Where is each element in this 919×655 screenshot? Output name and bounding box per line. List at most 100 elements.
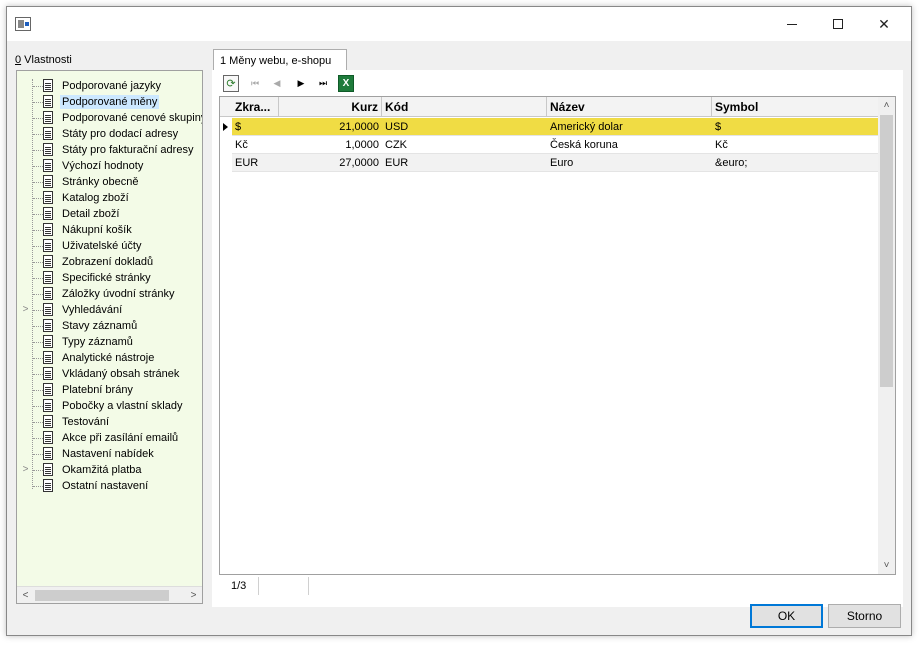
title-bar: ✕ xyxy=(7,7,911,41)
document-icon xyxy=(43,415,53,428)
cancel-button[interactable]: Storno xyxy=(828,604,901,628)
table-row[interactable]: EUR 27,0000 EUR Euro &euro; xyxy=(220,154,880,172)
tree-item[interactable]: Uživatelské účty xyxy=(17,238,202,254)
properties-label-text: Vlastnosti xyxy=(21,54,72,66)
tree-item[interactable]: Akce při zasílání emailů xyxy=(17,430,202,446)
tree-item-label: Testování xyxy=(62,416,110,428)
column-header-name[interactable]: Název xyxy=(547,97,712,117)
document-icon xyxy=(43,271,53,284)
tree-item[interactable]: > Okamžitá platba xyxy=(17,462,202,478)
scroll-thumb[interactable] xyxy=(880,115,893,387)
status-segment xyxy=(259,577,309,595)
properties-tree[interactable]: Podporované jazyky Podporované měny Podpor… xyxy=(16,70,203,604)
table-row[interactable]: $21,0000 USD Americký dolar $ xyxy=(220,118,880,136)
tree-branch-line xyxy=(33,342,43,343)
document-icon xyxy=(43,175,53,188)
document-icon xyxy=(43,479,53,492)
ok-button[interactable]: OK xyxy=(750,604,823,628)
last-record-icon[interactable]: ⏭ xyxy=(315,75,331,92)
tree-item[interactable]: Podporované měny xyxy=(17,94,202,110)
refresh-icon[interactable]: ⟳ xyxy=(223,75,239,92)
close-button[interactable]: ✕ xyxy=(861,7,907,41)
tree-item[interactable]: Pobočky a vlastní sklady xyxy=(17,398,202,414)
tree-branch-line xyxy=(33,214,43,215)
tree-item[interactable]: Zobrazení dokladů xyxy=(17,254,202,270)
tree-item[interactable]: Nákupní košík xyxy=(17,222,202,238)
scroll-right-icon[interactable]: > xyxy=(185,587,202,603)
tree-item[interactable]: Testování xyxy=(17,414,202,430)
tree-item-label: Akce při zasílání emailů xyxy=(62,432,179,444)
tree-item-label: Stavy záznamů xyxy=(62,320,138,332)
minimize-button[interactable] xyxy=(769,7,815,41)
tree-item-label: Specifické stránky xyxy=(62,272,151,284)
tree-item[interactable]: Typy záznamů xyxy=(17,334,202,350)
column-header-rate[interactable]: Kurz xyxy=(279,97,382,117)
cell-iso[interactable]: CZK xyxy=(382,136,547,154)
tree-item[interactable]: Analytické nástroje xyxy=(17,350,202,366)
maximize-button[interactable] xyxy=(815,7,861,41)
column-header-code[interactable]: Zkra... xyxy=(232,97,279,117)
tree-item-label: Ostatní nastavení xyxy=(62,480,149,492)
tree-branch-line xyxy=(33,358,43,359)
cell-symbol[interactable]: $ xyxy=(712,118,880,136)
cell-rate[interactable]: 21,0000 xyxy=(279,118,382,136)
tree-item[interactable]: Státy pro fakturační adresy xyxy=(17,142,202,158)
previous-record-icon[interactable]: ◀ xyxy=(269,75,285,92)
cell-code[interactable]: Kč xyxy=(232,136,279,154)
expand-chevron-icon[interactable]: > xyxy=(21,464,30,475)
tree-item-label: Zobrazení dokladů xyxy=(62,256,154,268)
tree-item[interactable]: Platební brány xyxy=(17,382,202,398)
cell-iso[interactable]: USD xyxy=(382,118,547,136)
tree-item-label: Stránky obecně xyxy=(62,176,139,188)
document-icon xyxy=(43,191,53,204)
tree-item[interactable]: Stránky obecně xyxy=(17,174,202,190)
cell-code[interactable]: EUR xyxy=(232,154,279,172)
tree-item[interactable]: Záložky úvodní stránky xyxy=(17,286,202,302)
tree-item[interactable]: > Vyhledávání xyxy=(17,302,202,318)
cell-name[interactable]: Americký dolar xyxy=(547,118,712,136)
document-icon xyxy=(43,143,53,156)
tree-item-label: Typy záznamů xyxy=(62,336,133,348)
column-header-symbol[interactable]: Symbol xyxy=(712,97,880,117)
tree-item[interactable]: Nastavení nabídek xyxy=(17,446,202,462)
excel-export-icon[interactable]: X xyxy=(338,75,354,92)
tree-item[interactable]: Výchozí hodnoty xyxy=(17,158,202,174)
expand-chevron-icon[interactable]: > xyxy=(21,304,30,315)
cell-iso[interactable]: EUR xyxy=(382,154,547,172)
cell-rate[interactable]: 27,0000 xyxy=(279,154,382,172)
document-icon xyxy=(43,303,53,316)
cell-rate[interactable]: 1,0000 xyxy=(279,136,382,154)
tree-item[interactable]: Ostatní nastavení xyxy=(17,478,202,494)
cell-symbol[interactable]: &euro; xyxy=(712,154,880,172)
tree-horizontal-scrollbar[interactable]: < > xyxy=(17,586,202,603)
cell-code[interactable]: $ xyxy=(232,118,279,136)
scroll-down-icon[interactable]: ˅ xyxy=(878,557,895,574)
grid-vertical-scrollbar[interactable]: ˄ ˅ xyxy=(878,97,895,574)
tree-item[interactable]: Detail zboží xyxy=(17,206,202,222)
first-record-icon[interactable]: ⏮ xyxy=(247,75,263,92)
tree-item[interactable]: Podporované cenové skupiny xyxy=(17,110,202,126)
tree-item[interactable]: Stavy záznamů xyxy=(17,318,202,334)
tree-item[interactable]: Vkládaný obsah stránek xyxy=(17,366,202,382)
tree-item[interactable]: Specifické stránky xyxy=(17,270,202,286)
cell-name[interactable]: Euro xyxy=(547,154,712,172)
tree-item[interactable]: Státy pro dodací adresy xyxy=(17,126,202,142)
tree-item-label: Podporované jazyky xyxy=(62,80,162,92)
table-row[interactable]: Kč 1,0000 CZK Česká koruna Kč xyxy=(220,136,880,154)
scroll-thumb[interactable] xyxy=(35,590,169,601)
document-icon xyxy=(43,95,53,108)
tree-branch-line xyxy=(33,182,43,183)
document-icon xyxy=(43,335,53,348)
scroll-up-icon[interactable]: ˄ xyxy=(878,97,895,114)
tree-item[interactable]: Podporované jazyky xyxy=(17,78,202,94)
scroll-left-icon[interactable]: < xyxy=(17,587,34,603)
tree-item-label: Vyhledávání xyxy=(62,304,123,316)
tab-currencies[interactable]: 1 Měny webu, e-shopu xyxy=(213,49,347,71)
currency-grid[interactable]: Zkra... Kurz Kód Název Symbol $21,0000 US… xyxy=(219,96,896,575)
next-record-icon[interactable]: ▶ xyxy=(293,75,309,92)
tree-branch-line xyxy=(33,486,43,487)
tree-item[interactable]: Katalog zboží xyxy=(17,190,202,206)
column-header-iso[interactable]: Kód xyxy=(382,97,547,117)
cell-name[interactable]: Česká koruna xyxy=(547,136,712,154)
cell-symbol[interactable]: Kč xyxy=(712,136,880,154)
